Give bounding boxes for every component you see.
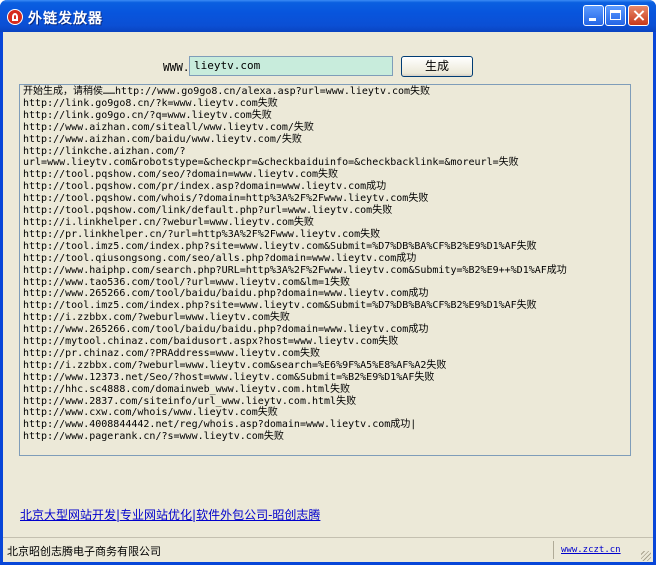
log-line: http://linkche.aizhan.com/?	[23, 145, 186, 157]
domain-input[interactable]: lieytv.com	[189, 56, 393, 76]
log-line: url=www.lieytv.com&robotstype=&checkpr=&…	[23, 157, 519, 169]
generate-button[interactable]: 生成	[401, 56, 473, 77]
log-line: http://tool.imz5.com/index.php?site=www.…	[23, 240, 537, 252]
app-icon	[7, 9, 23, 25]
log-line: http://www.tao536.com/tool/?url=www.liey…	[23, 276, 351, 288]
footer-link[interactable]: 北京大型网站开发|专业网站优化|软件外包公司-昭创志腾	[20, 506, 320, 523]
status-separator	[553, 541, 554, 559]
log-line: http://i.zzbbx.com/?weburl=www.lieytv.co…	[23, 312, 290, 324]
log-line: http://www.4008844442.net/reg/whois.asp?…	[23, 419, 417, 431]
log-line: http://link.go9go.cn/?q=www.lieytv.com失败	[23, 109, 272, 121]
log-line: http://i.zzbbx.com/?weburl=www.lieytv.co…	[23, 359, 447, 371]
log-line: http://pr.chinaz.com/?PRAddress=www.liey…	[23, 347, 320, 359]
log-line: http://www.pagerank.cn/?s=www.lieytv.com…	[23, 431, 284, 443]
title-bar[interactable]: 外链发放器	[0, 0, 656, 32]
log-line: http://www.haiphp.com/search.php?URL=htt…	[23, 264, 567, 276]
log-line: http://tool.imz5.com/index.php?site=www.…	[23, 300, 537, 312]
log-line: http://pr.linkhelper.cn/?url=http%3A%2F%…	[23, 228, 381, 240]
log-line: http://www.cxw.com/whois/www.lieytv.com失…	[23, 407, 278, 419]
log-line: http://www.2837.com/siteinfo/url_www.lie…	[23, 395, 357, 407]
status-company-name: 北京昭创志腾电子商务有限公司	[7, 545, 161, 558]
log-line: http://link.go9go8.cn/?k=www.lieytv.com失…	[23, 97, 278, 109]
log-line: http://www.aizhan.com/siteall/www.lieytv…	[23, 121, 314, 133]
log-line: http://tool.pqshow.com/pr/index.asp?doma…	[23, 181, 387, 193]
log-line: http://tool.pqshow.com/seo/?domain=www.l…	[23, 169, 339, 181]
log-line: http://tool.qiusongsong.com/seo/alls.php…	[23, 252, 417, 264]
url-prefix-label: WWW.	[163, 61, 190, 74]
log-line: http://i.linkhelper.cn/?weburl=www.lieyt…	[23, 216, 314, 228]
close-button[interactable]	[628, 5, 649, 26]
log-line: 开始生成，请稍侯……http://www.go9go8.cn/alexa.asp…	[23, 86, 431, 97]
log-line: http://hhc.sc4888.com/domainweb_www.liey…	[23, 383, 351, 395]
window-title: 外链发放器	[28, 11, 103, 27]
resize-grip-icon[interactable]	[641, 551, 651, 561]
status-url-link[interactable]: www.zczt.cn	[561, 545, 621, 555]
log-line: http://www.aizhan.com/baidu/www.lieytv.c…	[23, 133, 302, 145]
log-line: http://www.265266.com/tool/baidu/baidu.p…	[23, 324, 429, 336]
status-bar: 北京昭创志腾电子商务有限公司 www.zczt.cn	[3, 537, 653, 563]
result-log[interactable]: 开始生成，请稍侯……http://www.go9go8.cn/alexa.asp…	[19, 84, 631, 456]
minimize-button[interactable]	[583, 5, 604, 26]
log-line: http://mytool.chinaz.com/baidusort.aspx?…	[23, 336, 399, 348]
log-line: http://www.265266.com/tool/baidu/baidu.p…	[23, 288, 429, 300]
main-window: 外链发放器 WWW. lieytv.com 生成 开始生成，请稍侯……http:…	[0, 0, 656, 565]
log-line: http://tool.pqshow.com/whois/?domain=htt…	[23, 193, 429, 205]
maximize-button[interactable]	[605, 5, 626, 26]
log-line: http://tool.pqshow.com/link/default.php?…	[23, 205, 393, 217]
log-line: http://www.12373.net/Seo/?host=www.lieyt…	[23, 371, 435, 383]
